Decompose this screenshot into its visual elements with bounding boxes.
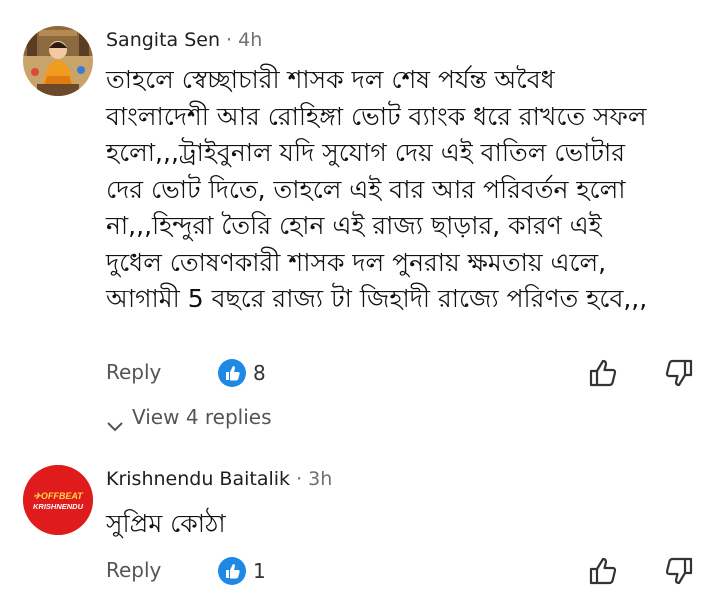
svg-text:KRISHNENDU: KRISHNENDU bbox=[33, 502, 84, 511]
view-replies-label: View 4 replies bbox=[132, 405, 272, 429]
reply-button[interactable]: Reply bbox=[106, 558, 161, 582]
comment-text: সুপ্রিম কোঠা bbox=[106, 506, 706, 543]
comment-text-line: আগামী 5 বছরে রাজ্য টা জিহাদী রাজ্যে পরিণ… bbox=[106, 284, 648, 313]
illustrated-figure-avatar-icon bbox=[23, 26, 93, 96]
comment-item: Sangita Sen · 4h তাহলে স্বেচ্ছাচারী শাসক… bbox=[0, 0, 720, 440]
like-reaction-icon bbox=[218, 557, 246, 585]
like-reaction-icon bbox=[218, 359, 246, 387]
thumbs-up-icon[interactable] bbox=[586, 356, 620, 390]
comment-item: ✈OFFBEAT KRISHNENDU Krishnendu Baitalik … bbox=[0, 450, 720, 607]
comment-age: 3h bbox=[308, 468, 333, 490]
chevron-down-icon bbox=[106, 413, 124, 431]
offbeat-krishnendu-logo: ✈OFFBEAT KRISHNENDU bbox=[23, 465, 93, 535]
comment-meta: Krishnendu Baitalik · 3h bbox=[106, 468, 332, 490]
comment-text-line: দুধেল তোষণকারী শাসক দল পুনরায় ক্ষমতায় … bbox=[106, 247, 607, 277]
meta-separator: · bbox=[290, 468, 309, 490]
thumbs-down-icon[interactable] bbox=[662, 554, 696, 588]
comment-text-line: সুপ্রিম কোঠা bbox=[106, 509, 226, 538]
svg-text:✈OFFBEAT: ✈OFFBEAT bbox=[33, 491, 84, 501]
meta-separator: · bbox=[220, 29, 239, 51]
comment-text-line: না,,,হিন্দুরা তৈরি হোন এই রাজ্য ছাড়ার, … bbox=[106, 211, 602, 240]
like-count: 8 bbox=[253, 361, 266, 385]
comment-text: তাহলে স্বেচ্ছাচারী শাসক দল শেষ পর্যন্ত অ… bbox=[106, 62, 706, 318]
comment-actions: Reply 8 bbox=[106, 356, 696, 390]
thumbs-up-icon[interactable] bbox=[586, 554, 620, 588]
reply-button[interactable]: Reply bbox=[106, 360, 161, 384]
avatar[interactable] bbox=[23, 26, 93, 96]
comment-text-line: বাংলাদেশী আর রোহিঙ্গা ভোট ব্যাংক ধরে রাখ… bbox=[106, 101, 647, 131]
comment-age: 4h bbox=[238, 29, 263, 51]
avatar[interactable]: ✈OFFBEAT KRISHNENDU bbox=[23, 465, 93, 535]
comment-actions: Reply 1 bbox=[106, 554, 696, 588]
thumbs-down-icon[interactable] bbox=[662, 356, 696, 390]
comment-text-line: হলো,,,ট্রাইবুনাল যদি সুযোগ দেয় এই বাতিল… bbox=[106, 138, 625, 167]
comment-text-line: দের ভোট দিতে, তাহলে এই বার আর পরিবর্তন হ… bbox=[106, 174, 626, 204]
author-name[interactable]: Krishnendu Baitalik bbox=[106, 468, 290, 490]
like-count: 1 bbox=[253, 559, 266, 583]
author-name[interactable]: Sangita Sen bbox=[106, 29, 220, 51]
comment-text-line: তাহলে স্বেচ্ছাচারী শাসক দল শেষ পর্যন্ত অ… bbox=[106, 65, 555, 94]
view-replies-button[interactable]: View 4 replies bbox=[106, 405, 272, 431]
comment-meta: Sangita Sen · 4h bbox=[106, 29, 262, 51]
